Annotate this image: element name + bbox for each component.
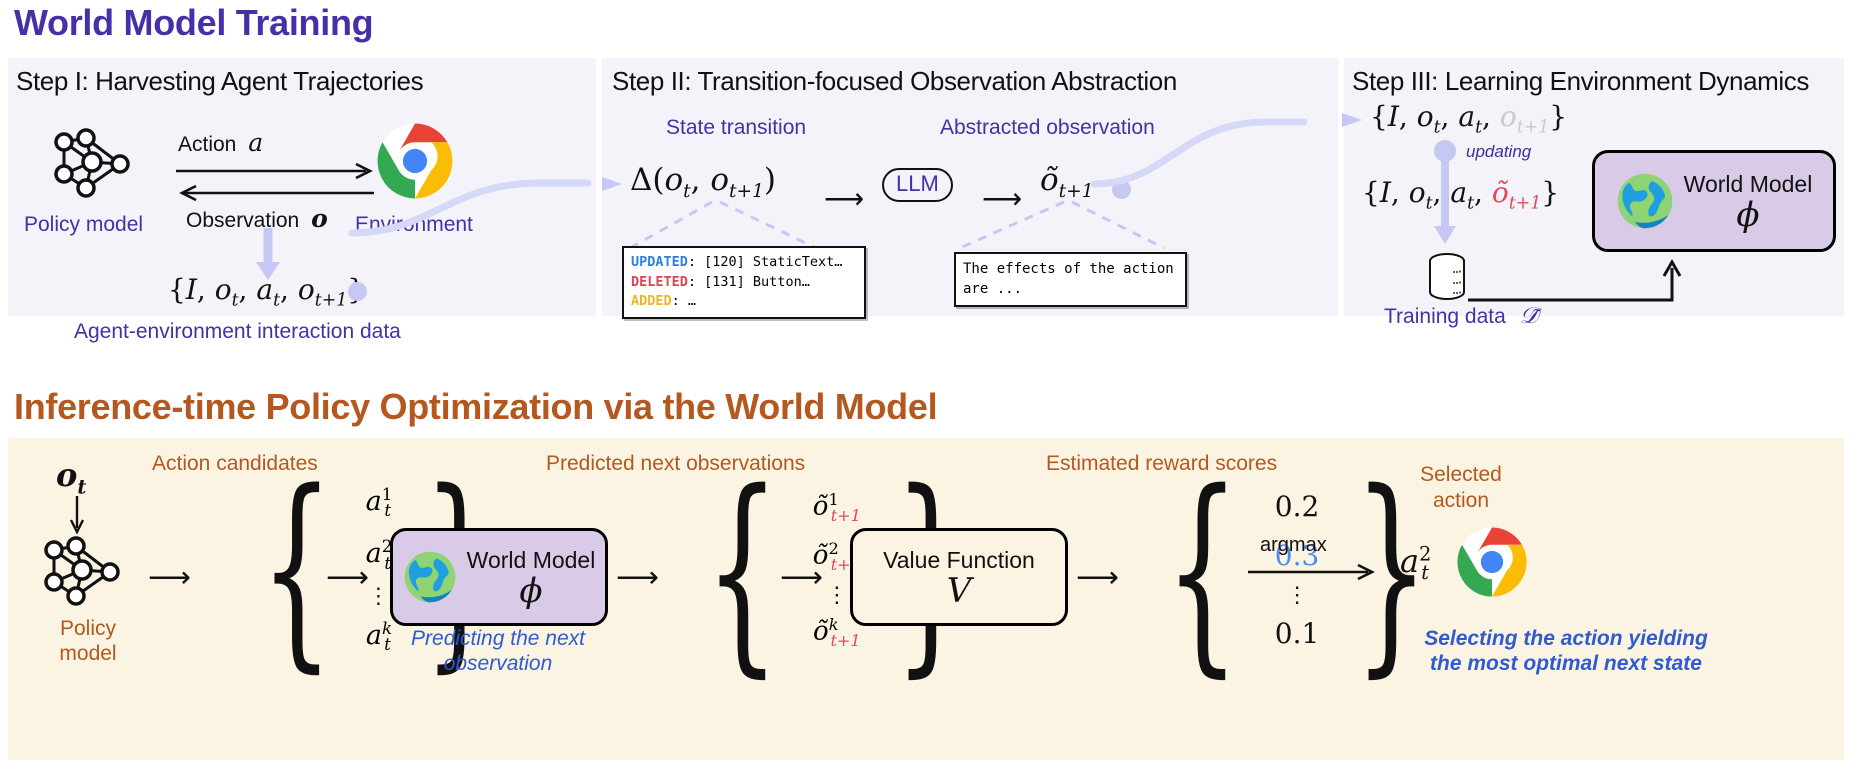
updating-label: updating: [1466, 142, 1532, 161]
world-model-caption: Predicting the next observation: [411, 627, 585, 676]
selected-action-label: Selected action: [1420, 463, 1502, 513]
globe-icon: [1616, 172, 1674, 230]
abstracted-observation-expression: õt+1: [1040, 162, 1094, 203]
world-model-box-training: World Model ϕ: [1592, 150, 1836, 252]
action-label-group: Action a: [178, 128, 263, 157]
list-item: a2t: [365, 536, 393, 573]
neural-network-icon: [46, 128, 138, 200]
list-item: õ1t+1: [812, 490, 861, 525]
incoming-arrow-head: [600, 174, 626, 194]
page-title-bottom: Inference-time Policy Optimization via t…: [14, 386, 938, 427]
policy-model-label: Policy model: [24, 213, 144, 236]
world-model-title: World Model: [466, 546, 596, 573]
arrow-value-to-rewards: ⟶: [1076, 561, 1120, 594]
observation-arrow-left: [176, 184, 376, 202]
llm-label: LLM: [882, 168, 953, 202]
page-title-top: World Model Training: [14, 2, 374, 43]
value-function-title: Value Function: [883, 546, 1035, 573]
globe-icon: [403, 550, 457, 604]
step-1-caption: Agent-environment interaction data: [74, 320, 401, 343]
policy-model-label: Policy model: [59, 617, 117, 666]
list-item: 0.2: [1274, 489, 1320, 523]
observation-symbol: o: [311, 204, 328, 233]
training-tuple-before: {I, ot, at, ot+1}: [1370, 100, 1568, 138]
connector-dot-2: [1112, 180, 1131, 199]
list-item-ellipsis: ⋮: [825, 581, 848, 607]
connector-dot-1: [348, 282, 367, 301]
selected-action-symbol: a2t: [1400, 542, 1432, 585]
chrome-browser-icon: [376, 122, 454, 200]
chrome-browser-icon: [1456, 526, 1528, 598]
callout-lines-left: [616, 200, 846, 252]
abstract-line-2: are ...: [963, 281, 1023, 298]
value-function-symbol: V: [946, 570, 972, 611]
obs-down-arrow: [68, 496, 86, 536]
action-symbol: a: [248, 128, 264, 157]
step-3-panel: Step III: Learning Environment Dynamics …: [1342, 58, 1844, 329]
argmax-label: argmax: [1260, 534, 1327, 556]
database-icon: [1426, 252, 1468, 302]
list-item: 0.1: [1274, 617, 1320, 651]
llm-pill: LLM: [882, 168, 953, 202]
world-model-symbol: ϕ: [1736, 194, 1760, 235]
arrow-predictions-to-value: ⟶: [780, 561, 824, 594]
value-function-text-group: Value Function V: [883, 547, 1035, 608]
world-model-title: World Model: [1683, 170, 1813, 197]
interaction-tuple: {I, ot, at, ot+1}: [168, 273, 365, 311]
action-label: Action: [178, 133, 237, 156]
diff-line-updated: UPDATED: [120] StaticText…: [631, 254, 843, 270]
step-2-panel: Step II: Transition-focused Observation …: [600, 58, 1338, 319]
value-function-box: Value Function V: [850, 528, 1068, 626]
step-1-panel: Step I: Harvesting Agent Trajectories Po…: [8, 58, 596, 343]
world-model-box-inference: World Model ϕ: [390, 528, 608, 626]
diff-line-added: ADDED: …: [631, 293, 697, 310]
abstracted-observation-label: Abstracted observation: [940, 116, 1155, 139]
arrow-policy-to-actions: ⟶: [148, 561, 192, 594]
step-2-title: Step II: Transition-focused Observation …: [612, 66, 1177, 96]
state-transition-label: State transition: [666, 116, 807, 139]
training-data-label-group: Training data 𝒟̃: [1384, 303, 1538, 329]
world-model-text-group: World Model ϕ: [467, 547, 596, 608]
figure-canvas: World Model Training Step I: Harvesting …: [0, 0, 1852, 768]
action-arrow-right: [176, 162, 376, 180]
list-item-ellipsis: ⋮: [1286, 581, 1309, 607]
arrow-actions-to-world-model: ⟶: [326, 561, 370, 594]
abstract-line-1: The effects of the action: [963, 261, 1174, 277]
world-model-training-band: Step I: Harvesting Agent Trajectories Po…: [8, 58, 1844, 343]
arrow-world-model-to-predictions: ⟶: [616, 561, 660, 594]
environment-label: Environment: [355, 213, 473, 236]
list-item: a1t: [365, 483, 393, 521]
argmax-arrow: [1248, 563, 1378, 581]
step-1-title: Step I: Harvesting Agent Trajectories: [16, 66, 424, 96]
neural-network-icon: [36, 536, 128, 608]
diff-line-deleted: DELETED: [131] Button…: [631, 273, 810, 290]
step-3-title: Step III: Learning Environment Dynamics: [1352, 66, 1809, 96]
current-observation-symbol: ot: [56, 456, 87, 499]
diff-code-box: UPDATED: [120] StaticText… DELETED: [131…: [622, 246, 866, 319]
delta-expression: Δ(ot, ot+1): [630, 162, 777, 203]
brace-left: {: [704, 444, 781, 696]
brace-left: {: [260, 446, 334, 691]
world-model-symbol: ϕ: [519, 570, 543, 611]
training-data-label: Training data: [1384, 305, 1506, 328]
callout-lines-right: [932, 200, 1182, 252]
abstract-text-box: The effects of the action are ...: [954, 252, 1187, 307]
training-data-symbol: 𝒟̃: [1519, 303, 1538, 329]
incoming-arrow-head-2: [1340, 110, 1366, 130]
brace-left: {: [1164, 444, 1241, 696]
world-model-text-group: World Model ϕ: [1684, 171, 1813, 232]
inference-band: ot Policy model ⟶ Action candidates {a1…: [8, 438, 1844, 760]
list-item-ellipsis: ⋮: [367, 582, 390, 608]
selection-caption: Selecting the action yielding the most o…: [1424, 627, 1708, 676]
training-tuple-after: {I, ot, at, õt+1}: [1362, 176, 1560, 214]
